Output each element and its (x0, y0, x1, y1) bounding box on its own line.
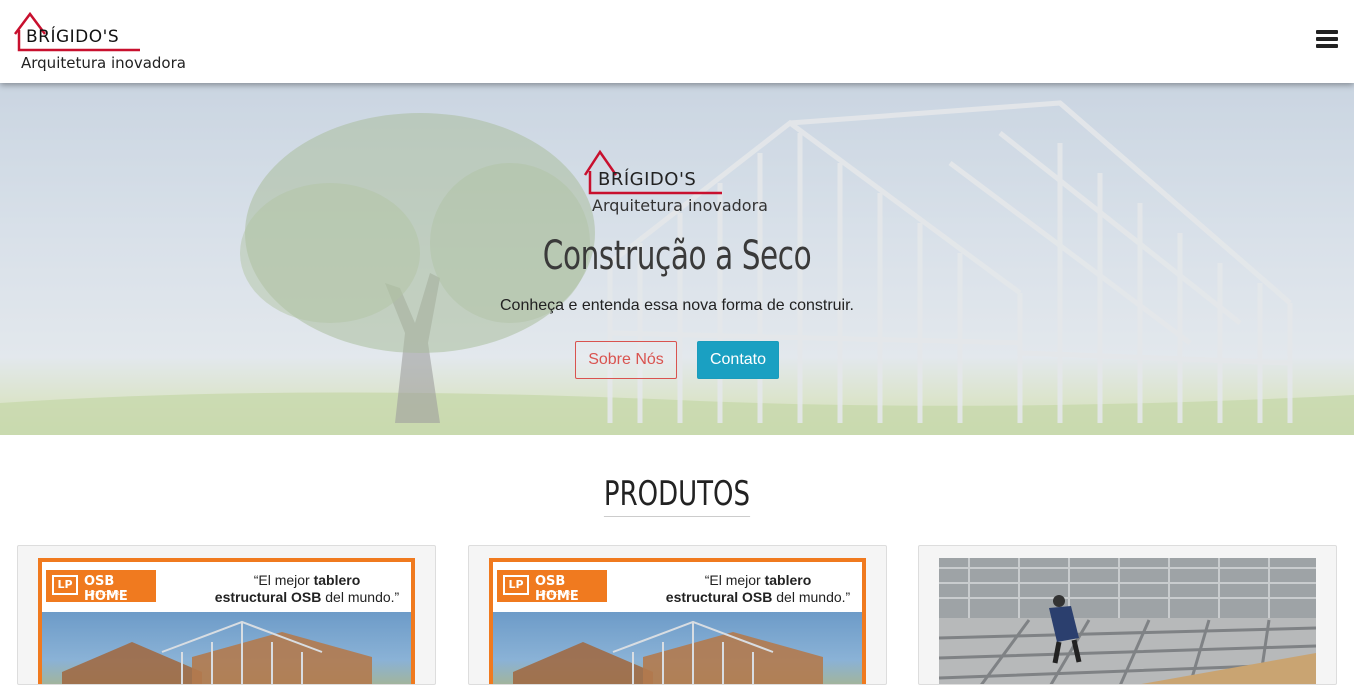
hero-content: BRÍGIDO'S Arquitetura inovadora Construç… (0, 83, 1354, 435)
lp-logo: LP (52, 575, 78, 595)
construction-photo-illustration (938, 558, 1317, 684)
hero-logo-tagline: Arquitetura inovadora (592, 196, 768, 215)
house-illustration (513, 620, 823, 684)
lp-logo: LP (503, 575, 529, 595)
hero-title: Construção a Seco (542, 233, 812, 279)
estructural-label: ESTRUCTURAL (85, 591, 127, 597)
lp-osb-badge: LP OSB HOME ESTRUCTURAL (46, 570, 156, 604)
house-illustration (62, 620, 372, 684)
osb-home-label: OSB HOME (535, 574, 579, 604)
contact-button[interactable]: Contato (697, 341, 779, 379)
osb-home-label: OSB HOME (84, 574, 128, 604)
product-image[interactable]: LP OSB HOME ESTRUCTURAL “El mejor tabler… (489, 558, 866, 684)
hero-logo: BRÍGIDO'S Arquitetura inovadora (582, 149, 782, 219)
hero-subtitle: Conheça e entenda essa nova forma de con… (500, 297, 854, 314)
navbar: BRÍGIDO'S Arquitetura inovadora (0, 0, 1354, 83)
product-card[interactable]: LP OSB HOME ESTRUCTURAL “El mejor tabler… (17, 545, 436, 685)
house-photo (42, 612, 411, 684)
about-button[interactable]: Sobre Nós (575, 341, 677, 379)
estructural-label: ESTRUCTURAL (536, 591, 578, 597)
product-image[interactable]: LP OSB HOME ESTRUCTURAL “El mejor tabler… (38, 558, 415, 684)
hero-logo-name: BRÍGIDO'S (598, 169, 697, 190)
house-photo (493, 612, 862, 684)
product-quote: “El mejor tablero estructural OSB del mu… (214, 572, 400, 605)
brand-tagline: Arquitetura inovadora (21, 54, 186, 72)
brand-logo[interactable]: BRÍGIDO'S Arquitetura inovadora (12, 10, 192, 74)
hamburger-menu-icon[interactable] (1316, 30, 1338, 50)
products-title: PRODUTOS (603, 474, 751, 517)
product-quote: “El mejor tablero estructural OSB del mu… (665, 572, 851, 605)
construction-photo[interactable] (938, 558, 1317, 684)
products-heading: PRODUTOS (0, 474, 1354, 517)
lp-osb-badge: LP OSB HOME ESTRUCTURAL (497, 570, 607, 604)
product-card[interactable]: LP OSB HOME ESTRUCTURAL “El mejor tabler… (468, 545, 887, 685)
hero-banner: BRÍGIDO'S Arquitetura inovadora Construç… (0, 83, 1354, 435)
product-card[interactable] (918, 545, 1337, 685)
brand-name: BRÍGIDO'S (26, 27, 120, 47)
